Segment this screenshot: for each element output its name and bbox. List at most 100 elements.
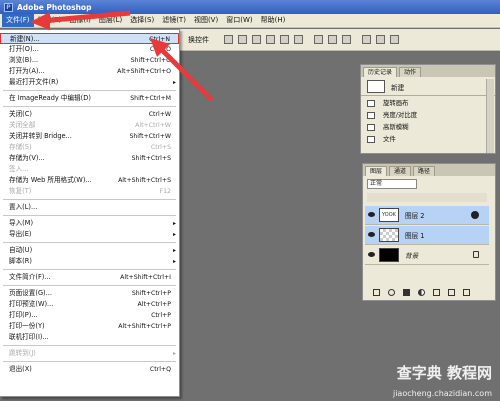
distribute-middle-icon[interactable] [328,35,337,44]
layer-mask-icon[interactable] [403,288,410,296]
distribute-center-icon[interactable] [376,35,385,44]
align-right-icon[interactable] [294,35,303,44]
align-center-icon[interactable] [280,35,289,44]
menu-item-shortcut: Alt+Shift+Ctrl+P [118,323,171,330]
file-menu-item[interactable]: 自动(U) [0,245,179,256]
new-layer-icon[interactable] [448,288,455,296]
layers-toolbar [365,286,493,298]
visibility-eye-icon[interactable] [368,212,375,217]
file-menu-item[interactable]: 浏览(B)... Shift+Ctrl+O [0,55,179,66]
layers-panel: 图层 通道 路径 正常 YOOK 图层 2 图层 1 背景 [362,163,496,301]
file-menu-item[interactable]: 联机打印(I)... [0,332,179,343]
menu-item-label: 存储为(V)... [9,154,45,162]
file-menu-item[interactable]: 打印(P)... Ctrl+P [0,310,179,321]
menu-separator [3,106,176,107]
align-middle-icon[interactable] [238,35,247,44]
snapshot-thumbnail[interactable] [367,80,385,93]
history-item[interactable]: 亮度/对比度 [367,110,477,121]
layer-name: 图层 2 [405,212,425,220]
tab-paths[interactable]: 路径 [413,166,436,176]
file-menu-item[interactable]: 置入(L)... [0,202,179,213]
layer-row[interactable]: 图层 1 [365,226,489,245]
layer-name: 背景 [405,252,419,260]
file-menu-item[interactable]: 导出(E) [0,229,179,240]
distribute-right-icon[interactable] [390,35,399,44]
layer-row[interactable]: 背景 [365,246,489,265]
menu-8[interactable]: 帮助(H) [257,14,290,27]
menu-5[interactable]: 滤镜(T) [158,14,190,27]
menu-0[interactable]: 文件(F) [2,14,34,27]
file-menu-item[interactable]: 打开(O)... Ctrl+O [0,44,179,55]
file-menu-item[interactable]: 页面设置(G)... Shift+Ctrl+P [0,288,179,299]
menu-item-label: 打印一份(Y) [9,322,45,330]
history-item[interactable]: 旋转画布 [367,98,477,109]
distribute-bottom-icon[interactable] [342,35,351,44]
distribute-left-icon[interactable] [362,35,371,44]
layer-thumbnail [379,248,399,262]
visibility-eye-icon[interactable] [368,232,375,237]
align-bottom-icon[interactable] [252,35,261,44]
layer-row[interactable]: YOOK 图层 2 [365,206,489,225]
file-menu-item[interactable]: 最近打开文件(R) [0,77,179,88]
file-menu-item[interactable]: 脚本(R) [0,256,179,267]
tab-channels[interactable]: 通道 [389,166,412,176]
tab-actions[interactable]: 动作 [399,67,422,77]
file-menu-item[interactable]: 关闭并转到 Bridge... Shift+Ctrl+W [0,131,179,142]
tab-layers[interactable]: 图层 [365,166,388,176]
file-menu-item[interactable]: 打印预览(W)... Alt+Ctrl+P [0,299,179,310]
distribute-top-icon[interactable] [314,35,323,44]
menu-item-shortcut: Ctrl+O [149,46,171,53]
menu-1[interactable]: 编辑(E) [34,14,66,27]
file-menu-item[interactable]: 导入(M) [0,218,179,229]
file-menu-item[interactable]: 关闭(C) Ctrl+W [0,109,179,120]
menu-item-label: 打开为(A)... [9,67,45,75]
menu-item-shortcut: Alt+Shift+Ctrl+I [120,274,171,281]
file-menu-item[interactable]: 文件简介(F)... Alt+Shift+Ctrl+I [0,272,179,283]
file-menu-item[interactable]: 在 ImageReady 中编辑(D) Shift+Ctrl+M [0,93,179,104]
menu-item-label: 存储为 Web 所用格式(W)... [9,176,92,184]
history-step-icon [367,100,375,107]
history-item[interactable]: 文件 [367,134,477,145]
menu-separator [3,90,176,91]
menu-4[interactable]: 选择(S) [126,14,158,27]
menu-7[interactable]: 窗口(W) [222,14,256,27]
blend-mode-select[interactable]: 正常 [367,179,417,189]
file-menu-item[interactable]: 存储为 Web 所用格式(W)... Alt+Shift+Ctrl+S [0,175,179,186]
file-menu-item: 存储(S) Ctrl+S [0,142,179,153]
menu-item-label: 脚本(R) [9,257,32,265]
history-item[interactable]: 高斯模糊 [367,122,477,133]
menu-item-shortcut: Shift+Ctrl+W [129,133,171,140]
align-top-icon[interactable] [224,35,233,44]
menu-6[interactable]: 视图(V) [190,14,222,27]
file-menu-item[interactable]: 打开为(A)... Alt+Shift+Ctrl+O [0,66,179,77]
visibility-eye-icon[interactable] [368,252,375,257]
trash-icon[interactable] [463,288,470,296]
layer-style-button-icon[interactable] [388,288,395,296]
file-menu-item[interactable]: 退出(X) Ctrl+Q [0,364,179,375]
menu-item-label: 签入... [9,165,29,173]
file-menu-item[interactable]: 存储为(V)... Shift+Ctrl+S [0,153,179,164]
menu-item-shortcut: Alt+Ctrl+W [135,122,171,129]
snapshot-label: 新建 [391,84,405,92]
menu-item-label: 置入(L)... [9,203,38,211]
menu-3[interactable]: 图层(L) [95,14,126,27]
lock-icon [473,251,479,258]
new-group-icon[interactable] [433,288,440,296]
history-scrollbar[interactable] [486,79,494,153]
tab-history[interactable]: 历史记录 [363,67,398,77]
layer-style-icon[interactable] [471,211,479,219]
menu-separator [3,285,176,286]
history-divider [361,95,495,96]
watermark-text: 查字典 教程网 [396,364,492,382]
link-layers-icon[interactable] [373,288,380,296]
file-menu-item[interactable]: 打印一份(Y) Alt+Shift+Ctrl+P [0,321,179,332]
menu-item-shortcut: F12 [159,188,171,195]
align-left-icon[interactable] [266,35,275,44]
history-panel: 历史记录 动作 新建 旋转画布 亮度/对比度 高斯模糊 文件 [360,64,496,154]
adjustment-layer-icon[interactable] [418,288,425,296]
menu-2[interactable]: 图像(I) [65,14,95,27]
layer-name: 图层 1 [405,232,425,240]
menu-item-label: 存储(S) [9,143,32,151]
menu-item-label: 跳转到(J) [9,349,36,357]
file-menu-item[interactable]: 新建(N)... Ctrl+N [0,33,179,44]
